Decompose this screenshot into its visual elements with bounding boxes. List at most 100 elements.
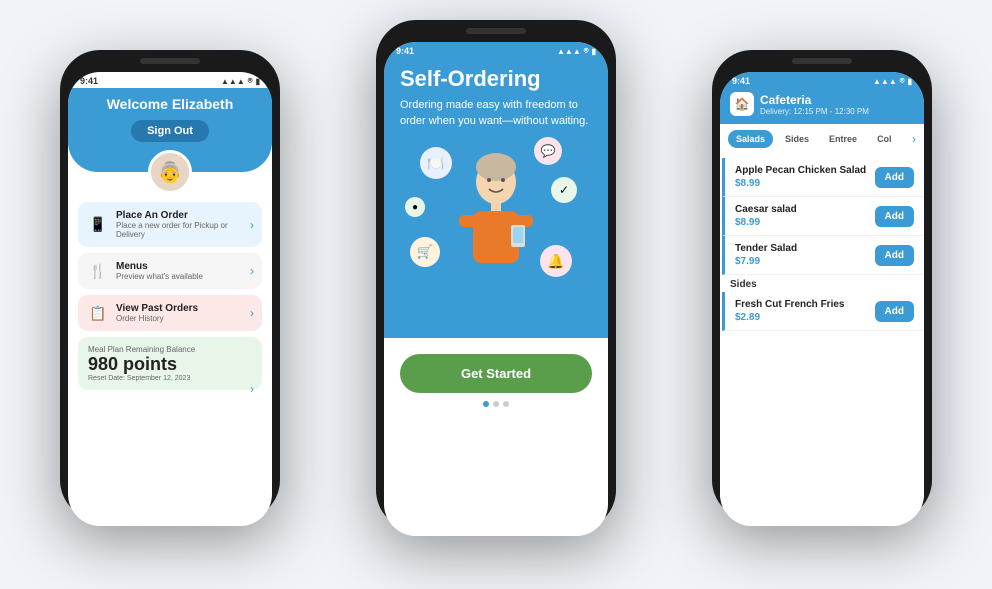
status-bar-left: 9:41 ▲▲▲ ⌾ ▮ — [68, 72, 272, 88]
tab-col[interactable]: Col — [869, 130, 900, 148]
status-bar-right: 9:41 ▲▲▲ ⌾ ▮ — [720, 72, 924, 88]
menus-text: Menus Preview what's available — [116, 261, 203, 281]
menu-list: Apple Pecan Chicken Salad $8.99 Add Caes… — [720, 154, 924, 526]
battery-icon-r: ▮ — [908, 77, 912, 86]
item-name-tender: Tender Salad — [735, 243, 875, 254]
location-name: Cafeteria — [760, 93, 869, 107]
float-icon-bell: 🔔 — [540, 245, 572, 277]
center-subtitle: Ordering made easy with freedom to order… — [400, 98, 592, 129]
left-header: Welcome Elizabeth Sign Out 👵 — [68, 88, 272, 172]
left-menu: 📱 Place An Order Place a new order for P… — [68, 172, 272, 398]
meal-plan-item[interactable]: Meal Plan Remaining Balance 980 points R… — [78, 337, 262, 390]
tabs-arrow[interactable]: › — [912, 132, 916, 146]
center-title: Self-Ordering — [400, 66, 592, 92]
meal-plan-chevron: › — [250, 382, 254, 396]
wifi-icon: ⌾ — [248, 76, 253, 86]
status-icons-left: ▲▲▲ ⌾ ▮ — [221, 76, 260, 86]
battery-icon: ▮ — [256, 77, 260, 86]
phone-center: 9:41 ▲▲▲ ⌾ ▮ Self-Ordering Ordering made… — [376, 20, 616, 530]
signal-icon-r: ▲▲▲ — [873, 77, 897, 86]
home-icon: 🏠 — [730, 92, 754, 116]
list-item-apple-pecan: Apple Pecan Chicken Salad $8.99 Add — [722, 158, 924, 197]
phone-speaker-center — [466, 28, 526, 34]
item-info-fries: Fresh Cut French Fries $2.89 — [735, 299, 875, 323]
avatar-face: 👵 — [151, 153, 189, 191]
dot-3 — [503, 401, 509, 407]
wifi-icon-r: ⌾ — [900, 76, 905, 86]
phone-speaker-right — [792, 58, 852, 64]
meal-plan-label: Meal Plan Remaining Balance — [88, 345, 252, 354]
center-header: Self-Ordering Ordering made easy with fr… — [384, 58, 608, 338]
wifi-icon-c: ⌾ — [584, 46, 589, 56]
signal-icon: ▲▲▲ — [221, 77, 245, 86]
dot-2 — [493, 401, 499, 407]
tab-sides[interactable]: Sides — [777, 130, 817, 148]
section-sides: Sides — [720, 275, 924, 292]
item-name-fries: Fresh Cut French Fries — [735, 299, 875, 310]
phone-speaker-left — [140, 58, 200, 64]
menus-subtitle: Preview what's available — [116, 272, 203, 281]
item-info-tender: Tender Salad $7.99 — [735, 243, 875, 267]
float-icon-msg: 💬 — [534, 137, 562, 165]
menus-title: Menus — [116, 261, 203, 272]
avatar: 👵 — [148, 150, 192, 194]
signal-icon-c: ▲▲▲ — [557, 47, 581, 56]
float-icon-check: ✓ — [551, 177, 577, 203]
float-icon-dot: ● — [405, 197, 425, 217]
phone-center-screen: 9:41 ▲▲▲ ⌾ ▮ Self-Ordering Ordering made… — [384, 42, 608, 536]
menu-item-menus[interactable]: 🍴 Menus Preview what's available › — [78, 253, 262, 289]
time-center: 9:41 — [396, 46, 414, 56]
menu-item-order[interactable]: 📱 Place An Order Place a new order for P… — [78, 202, 262, 247]
sign-out-button[interactable]: Sign Out — [131, 120, 209, 142]
float-icon-cart: 🛒 — [410, 237, 440, 267]
item-price-fries: $2.89 — [735, 312, 875, 323]
past-orders-text: View Past Orders Order History — [116, 303, 198, 323]
item-price-caesar: $8.99 — [735, 217, 875, 228]
center-wave: Get Started — [384, 338, 608, 423]
dot-1 — [483, 401, 489, 407]
tab-salads[interactable]: Salads — [728, 130, 773, 148]
add-button-apple-pecan[interactable]: Add — [875, 167, 914, 188]
illustration-area: 🍽️ 💬 ✓ 🛒 🔔 ● — [400, 137, 592, 297]
meal-plan-reset: Reset Date: September 12, 2023 — [88, 375, 252, 382]
add-button-fries[interactable]: Add — [875, 301, 914, 322]
location-row: 🏠 Cafeteria Delivery: 12:15 PM - 12:30 P… — [730, 92, 914, 116]
order-title: Place An Order — [116, 210, 252, 221]
past-orders-chevron: › — [250, 306, 254, 320]
status-icons-right: ▲▲▲ ⌾ ▮ — [873, 76, 912, 86]
list-item-fries: Fresh Cut French Fries $2.89 Add — [722, 292, 924, 331]
phones-container: 9:41 ▲▲▲ ⌾ ▮ Welcome Elizabeth Sign Out … — [0, 0, 992, 589]
order-chevron: › — [250, 218, 254, 232]
past-orders-subtitle: Order History — [116, 314, 198, 323]
phone-left: 9:41 ▲▲▲ ⌾ ▮ Welcome Elizabeth Sign Out … — [60, 50, 280, 520]
tab-entree[interactable]: Entree — [821, 130, 865, 148]
meal-plan-points: 980 points — [88, 354, 252, 375]
phone-right: 9:41 ▲▲▲ ⌾ ▮ 🏠 Cafeteria Delivery: 12:15… — [712, 50, 932, 520]
status-icons-center: ▲▲▲ ⌾ ▮ — [557, 46, 596, 56]
order-icon: 📱 — [88, 215, 108, 235]
welcome-title: Welcome Elizabeth — [80, 96, 260, 112]
order-text: Place An Order Place a new order for Pic… — [116, 210, 252, 239]
add-button-tender[interactable]: Add — [875, 245, 914, 266]
order-subtitle: Place a new order for Pickup or Delivery — [116, 221, 252, 239]
phone-right-screen: 9:41 ▲▲▲ ⌾ ▮ 🏠 Cafeteria Delivery: 12:15… — [720, 72, 924, 526]
item-info-apple-pecan: Apple Pecan Chicken Salad $8.99 — [735, 165, 875, 189]
add-button-caesar[interactable]: Add — [875, 206, 914, 227]
past-orders-icon: 📋 — [88, 303, 108, 323]
item-price-apple-pecan: $8.99 — [735, 178, 875, 189]
list-item-tender: Tender Salad $7.99 Add — [722, 236, 924, 275]
menus-icon: 🍴 — [88, 261, 108, 281]
person-svg — [451, 147, 541, 297]
delivery-time: Delivery: 12:15 PM - 12:30 PM — [760, 107, 869, 116]
item-price-tender: $7.99 — [735, 256, 875, 267]
item-info-caesar: Caesar salad $8.99 — [735, 204, 875, 228]
time-left: 9:41 — [80, 76, 98, 86]
get-started-button[interactable]: Get Started — [400, 354, 592, 393]
item-name-caesar: Caesar salad — [735, 204, 875, 215]
item-name-apple-pecan: Apple Pecan Chicken Salad — [735, 165, 875, 176]
past-orders-title: View Past Orders — [116, 303, 198, 314]
battery-icon-c: ▮ — [592, 47, 596, 56]
time-right: 9:41 — [732, 76, 750, 86]
menu-item-past-orders[interactable]: 📋 View Past Orders Order History › — [78, 295, 262, 331]
right-header: 🏠 Cafeteria Delivery: 12:15 PM - 12:30 P… — [720, 88, 924, 124]
